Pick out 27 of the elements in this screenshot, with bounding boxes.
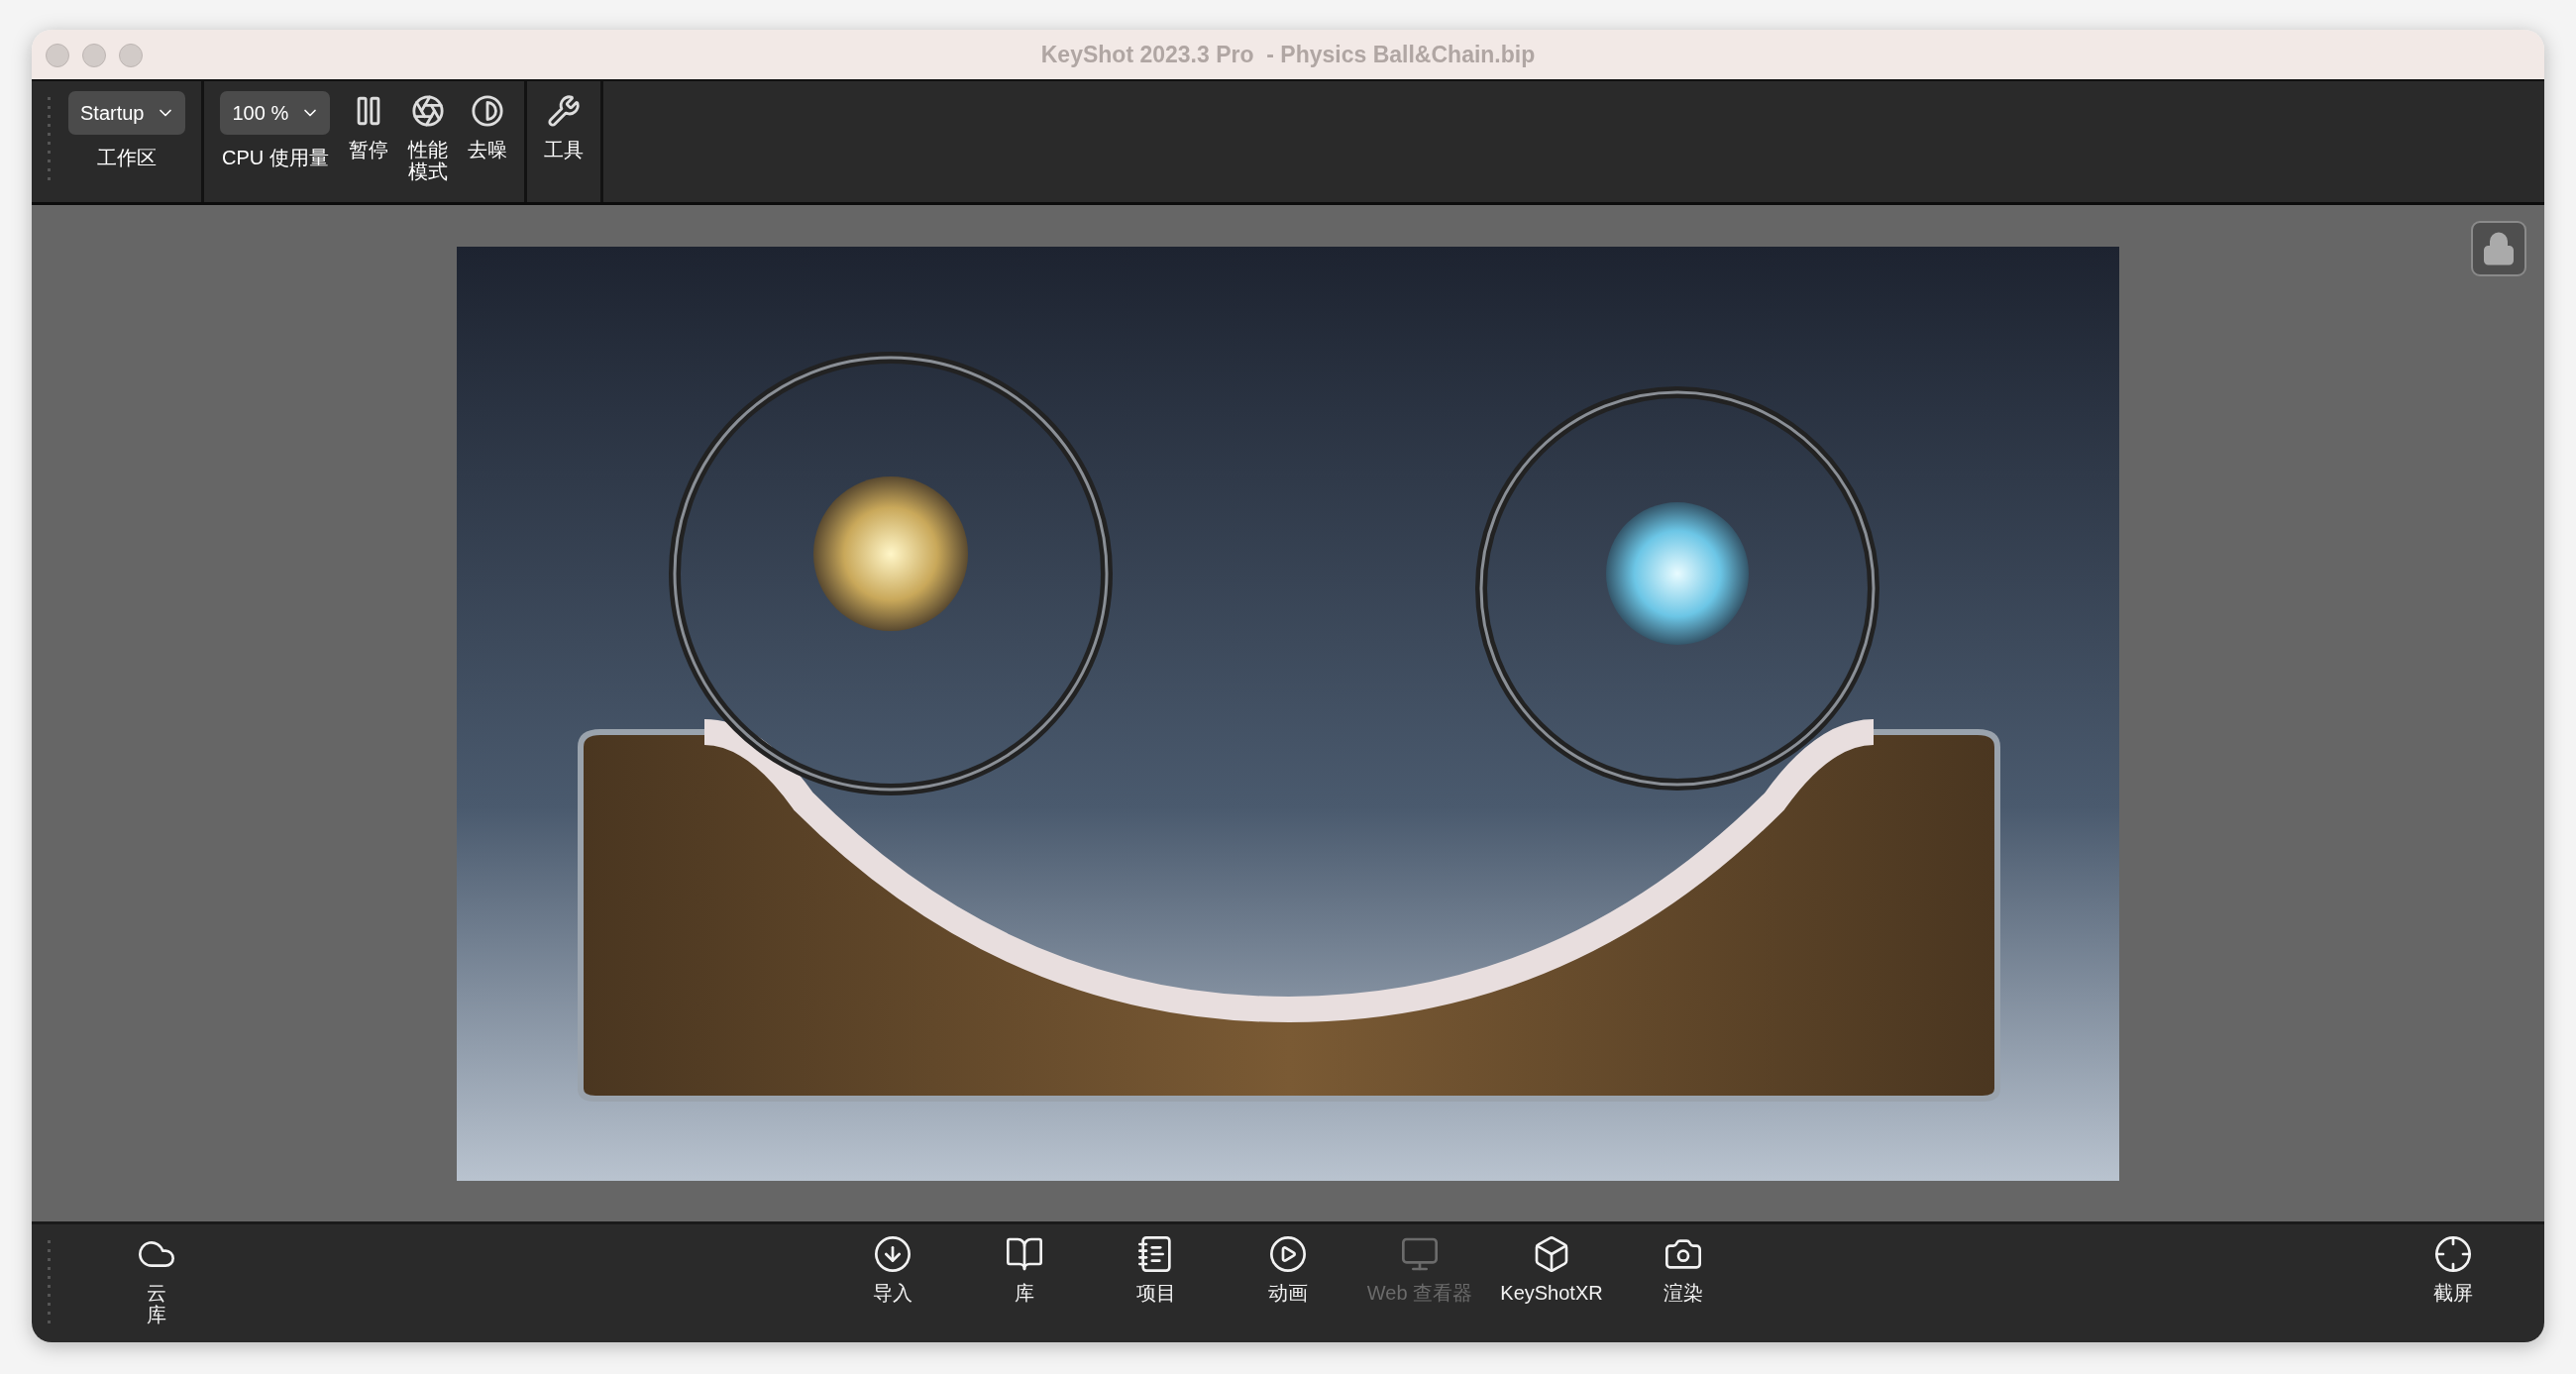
aperture-icon [411, 94, 446, 128]
toolbar-button[interactable]: 暂停 [348, 91, 390, 160]
lock-button[interactable] [2471, 221, 2526, 276]
toolbar-button[interactable]: 去噪 [467, 91, 509, 160]
dropdown[interactable]: Startup [68, 91, 186, 135]
half-circle-icon [471, 94, 505, 128]
dropdown[interactable]: 100 % [220, 91, 331, 135]
lock-icon [2481, 231, 2517, 266]
bottom-bar-button[interactable]: 项目 [1090, 1234, 1223, 1304]
bottom-bar-button[interactable]: KeyShotXR [1485, 1234, 1618, 1304]
toolbar-label: CPU 使用量 [221, 147, 329, 168]
crosshair-icon [2432, 1234, 2473, 1274]
bottom-bar-button[interactable]: 渲染 [1617, 1234, 1750, 1304]
bottom-bar-button[interactable]: 库 [958, 1234, 1091, 1304]
bottom-bar-button[interactable]: 云库 [90, 1234, 222, 1325]
bottom-bar-button[interactable]: 动画 [1222, 1234, 1354, 1304]
window-control[interactable] [46, 44, 69, 67]
window-control[interactable] [82, 44, 106, 67]
toolbar-button[interactable]: 性能模式 [407, 91, 450, 182]
wrench-icon [547, 94, 582, 128]
toolbar-button[interactable]: 工具 [543, 91, 586, 160]
bottom-bar-button[interactable]: 导入 [826, 1234, 959, 1304]
bottom-bar-button[interactable]: 截屏 [2387, 1234, 2519, 1304]
play-circle-icon [1268, 1234, 1308, 1274]
toolbar-label: 工作区 [97, 147, 158, 168]
window-title: KeyShot 2023.3 Pro - Physics Ball&Chain.bip [1039, 41, 1537, 68]
window-control[interactable] [119, 44, 143, 67]
